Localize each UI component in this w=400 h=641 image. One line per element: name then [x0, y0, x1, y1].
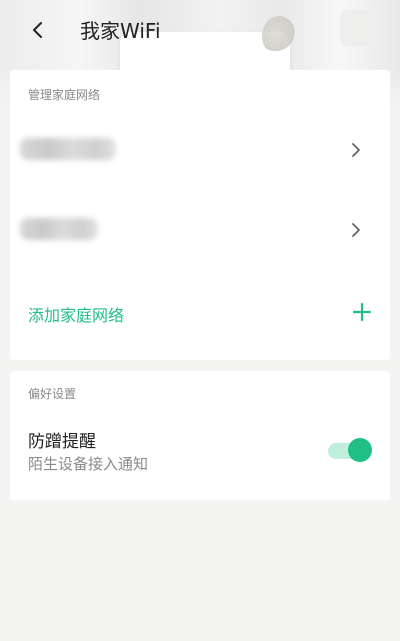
home-network-card: 管理家庭网络 添加家庭网络 — [10, 70, 390, 360]
network-name-redacted — [20, 138, 116, 160]
add-home-network-button[interactable]: 添加家庭网络 — [10, 292, 390, 332]
chevron-right-icon — [348, 220, 364, 240]
section-title-preferences: 偏好设置 — [28, 387, 77, 401]
anti-leech-toggle[interactable] — [328, 438, 372, 463]
toggle-knob — [348, 438, 372, 462]
back-arrow-icon[interactable] — [26, 18, 50, 42]
page-title: 我家WiFi — [80, 19, 161, 43]
network-name-redacted — [20, 218, 98, 240]
network-item-2[interactable] — [10, 200, 390, 260]
section-title-manage-networks: 管理家庭网络 — [28, 88, 101, 102]
plus-icon — [352, 302, 372, 322]
network-item-1[interactable] — [10, 120, 390, 180]
add-home-network-label: 添加家庭网络 — [28, 306, 125, 325]
anti-leech-subtitle: 陌生设备接入通知 — [28, 455, 149, 473]
chevron-right-icon — [348, 140, 364, 160]
anti-leech-title: 防蹭提醒 — [28, 432, 96, 452]
top-bar: 我家WiFi — [0, 0, 400, 62]
preferences-card: 偏好设置 防蹭提醒 陌生设备接入通知 — [10, 371, 390, 500]
